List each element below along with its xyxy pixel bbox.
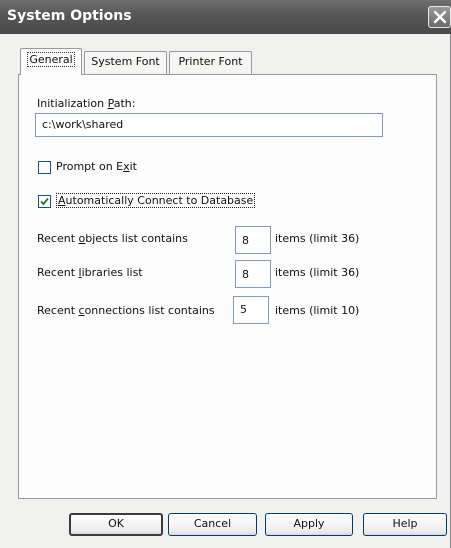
tab-general[interactable]: General xyxy=(20,48,82,75)
auto-connect-label[interactable]: Automatically Connect to Database xyxy=(56,193,256,208)
init-path-label: Initialization Path: xyxy=(37,97,136,110)
recent-libraries-label: Recent libraries list xyxy=(37,266,143,279)
recent-objects-input[interactable]: 8 xyxy=(235,226,271,254)
tab-printer-font-label: Printer Font xyxy=(178,55,243,68)
system-options-dialog: System Options General System Font Print… xyxy=(0,0,451,548)
recent-objects-label: Recent objects list contains xyxy=(37,232,188,245)
tab-system-font-label: System Font xyxy=(91,55,160,68)
ok-button[interactable]: OK xyxy=(69,513,163,536)
close-button[interactable] xyxy=(428,6,451,28)
recent-connections-input[interactable]: 5 xyxy=(233,296,269,324)
window-title: System Options xyxy=(7,8,132,24)
recent-connections-limit: items (limit 10) xyxy=(275,304,360,317)
recent-connections-label: Recent connections list contains xyxy=(37,304,215,317)
help-button[interactable]: Help xyxy=(363,513,447,536)
recent-objects-limit: items (limit 36) xyxy=(275,232,360,245)
recent-libraries-input[interactable]: 8 xyxy=(235,260,271,288)
title-bar[interactable]: System Options xyxy=(0,0,451,34)
recent-libraries-limit: items (limit 36) xyxy=(275,266,360,279)
tab-system-font[interactable]: System Font xyxy=(84,51,167,74)
prompt-on-exit-checkbox[interactable] xyxy=(38,161,51,174)
prompt-on-exit-label[interactable]: Prompt on Exit xyxy=(56,160,137,173)
auto-connect-checkbox[interactable] xyxy=(38,195,51,208)
tab-general-label: General xyxy=(27,52,75,67)
general-tab-panel: Initialization Path: c:\work\shared Prom… xyxy=(18,74,437,499)
cancel-button[interactable]: Cancel xyxy=(168,513,257,536)
apply-button[interactable]: Apply xyxy=(265,513,353,536)
init-path-input[interactable]: c:\work\shared xyxy=(35,113,383,137)
tab-printer-font[interactable]: Printer Font xyxy=(169,51,252,74)
